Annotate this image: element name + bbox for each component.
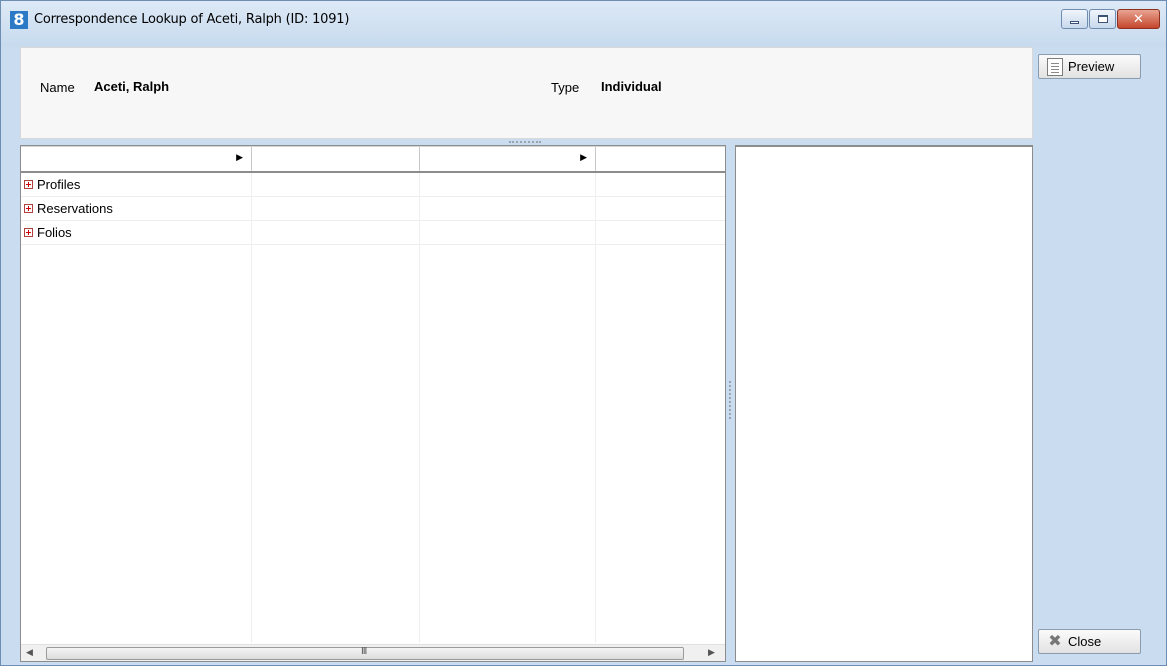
column-header-3[interactable]: ▶ [420,146,596,171]
profile-header-panel: Name Aceti, Ralph Type Individual [20,47,1033,139]
document-icon [1047,57,1063,76]
expand-plus-icon[interactable] [24,180,33,189]
tree-row-reservations[interactable]: Reservations [21,197,725,221]
preview-pane [735,145,1033,662]
tree-row-label: Folios [37,225,72,240]
tree-row-folios[interactable]: Folios [21,221,725,245]
scroll-left-icon[interactable]: ◀ [26,647,33,658]
tree-row-label: Profiles [37,177,81,192]
window-title: Correspondence Lookup of Aceti, Ralph (I… [34,12,350,27]
vertical-splitter-grip[interactable] [729,381,733,419]
column-expand-icon: ▶ [580,152,587,162]
type-value: Individual [601,79,662,94]
preview-button-label: Preview [1068,59,1115,74]
scrollbar-thumb[interactable]: III [46,646,684,660]
close-x-icon: ✖ [1048,632,1062,650]
scroll-grip-icon: III [361,646,367,657]
lookup-window: 8 Correspondence Lookup of Aceti, Ralph … [0,0,1167,666]
tree-row-profiles[interactable]: Profiles [21,173,725,197]
tree-row-label: Reservations [37,201,113,216]
close-window-button[interactable]: ✕ [1117,9,1160,29]
expand-plus-icon[interactable] [24,204,33,213]
maximize-button[interactable] [1089,9,1116,29]
name-value: Aceti, Ralph [94,79,170,94]
correspondence-tree-grid: ▶ ▶ Profiles Reservations Folios ◀ III ▶ [20,145,726,662]
title-bar: 8 Correspondence Lookup of Aceti, Ralph … [1,1,1166,47]
minimize-icon [1070,20,1079,24]
expand-plus-icon[interactable] [24,228,33,237]
preview-button[interactable]: Preview [1038,54,1141,79]
app-icon: 8 [10,11,28,29]
window-controls: ✕ [1060,9,1160,29]
minimize-button[interactable] [1061,9,1088,29]
scroll-right-icon[interactable]: ▶ [708,647,715,658]
column-header-2[interactable] [252,146,420,171]
close-icon: ✕ [1133,11,1144,26]
horizontal-scrollbar[interactable]: ◀ III ▶ [21,644,725,661]
close-button[interactable]: ✖ Close [1038,629,1141,654]
type-label: Type [551,80,580,95]
column-header-1[interactable]: ▶ [21,146,252,171]
column-header-4[interactable] [596,146,725,171]
maximize-icon [1097,15,1108,23]
column-expand-icon: ▶ [236,152,243,162]
grid-header: ▶ ▶ [21,146,725,173]
name-label: Name [40,80,75,95]
close-button-label: Close [1068,634,1102,649]
